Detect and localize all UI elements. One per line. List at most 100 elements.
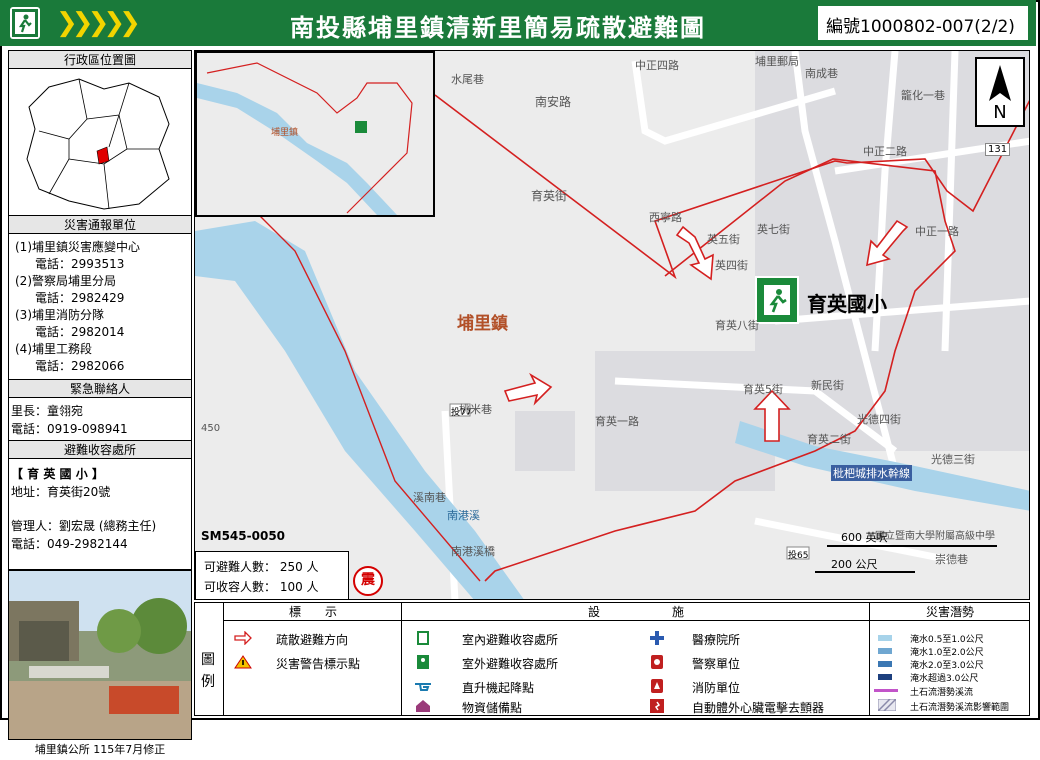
flood-swatch-1 (878, 635, 892, 641)
chevron-arrows-icon: ❯❯❯❯❯ (56, 8, 141, 38)
revision-caption: 埔里鎮公所 115年7月修正 (34, 743, 166, 756)
legend-debris-zone: 土石流潛勢溪流影響範圍 (910, 703, 1010, 713)
legend-fire-station: 消防單位 (692, 681, 741, 695)
town-label: 埔里鎮 (457, 314, 508, 334)
street-label: 西寧路 (649, 211, 682, 224)
street-label: 中正一路 (915, 225, 959, 238)
river-label: 南港溪 (447, 509, 480, 522)
street-label: 中正四路 (635, 59, 679, 72)
street-label: 英四街 (715, 259, 748, 272)
evacuation-map: 埔里鎮 N 埔里鎮 育英國小 南安路 中正四路 水尾巷 育英街 西寧路 英七街 … (194, 50, 1030, 600)
street-label: 光德三街 (931, 453, 975, 466)
legend-debris-stream: 土石流潛勢溪流 (910, 688, 974, 698)
evacuation-exit-icon (10, 7, 40, 39)
street-label: 育英八街 (715, 319, 759, 332)
shelter-info: 【 育 英 國 小 】 地址：育英街20號 管理人：劉宏晟 (總務主任) 電話：… (8, 459, 192, 570)
shelter-manager: 管理人：劉宏晟 (總務主任) (11, 519, 157, 533)
canal-label: 枇杷城排水幹線 (831, 465, 912, 481)
medical-icon (650, 631, 664, 645)
legend-flood-4: 淹水超過3.0公尺 (910, 674, 979, 684)
legend-flood-3: 淹水2.0至3.0公尺 (910, 661, 984, 671)
legend-aed: 自動體外心臟電擊去顫器 (692, 701, 825, 715)
supply-depot-icon (416, 700, 430, 712)
report-unit-phone: 電話：2982014 (35, 325, 125, 339)
street-label: 英七街 (757, 223, 790, 236)
legend-helipad: 直升機起降點 (462, 681, 535, 695)
indoor-shelter-icon (417, 631, 429, 645)
header-bar: ❯❯❯❯❯ 南投縣埔里鎮清新里簡易疏散避難圖 編號1000802-007(2/2… (0, 0, 1036, 46)
school-photo (8, 570, 192, 740)
aed-icon (650, 699, 664, 713)
flood-swatch-3 (878, 661, 892, 667)
map-code-box: 編號1000802-007(2/2) (818, 6, 1028, 40)
street-label: 育英一路 (595, 415, 639, 428)
legend-signs: 標 示 疏散避難方向 災害警告標示點 (223, 603, 402, 715)
evacuation-arrow-icon (234, 631, 252, 645)
debris-stream-swatch (874, 689, 898, 692)
shelter-address: 地址：育英街20號 (11, 485, 111, 499)
legend: 圖例 標 示 疏散避難方向 災害警告標示點 設 施 室內避難收容處所 室外避難收… (194, 602, 1030, 716)
street-label: 南港溪橋 (451, 545, 495, 558)
emergency-contact-heading: 緊急聯絡人 (8, 379, 192, 398)
page-title: 南投縣埔里鎮清新里簡易疏散避難圖 (290, 14, 706, 42)
report-unit-phone: 電話：2993513 (35, 257, 125, 271)
street-label: 光德四街 (857, 413, 901, 426)
north-arrow: N (975, 57, 1025, 127)
legend-facilities-heading: 設 施 (402, 603, 870, 621)
warning-icon (234, 655, 252, 669)
legend-medical: 醫療院所 (692, 633, 741, 647)
north-arrow-icon (989, 65, 1011, 101)
evacuation-capacity: 可避難人數： 250 人 (204, 560, 319, 574)
landmark-label: 國立暨南大學附屬高級中學 (875, 531, 995, 542)
location-map-heading: 行政區位置圖 (8, 50, 192, 69)
shelter-phone: 電話：049-2982144 (11, 537, 128, 551)
road-marker: 投77 (451, 408, 472, 418)
report-unit-name: (3)埔里消防分隊 (15, 308, 104, 322)
map-sheet-code: SM545-0050 (201, 529, 286, 543)
legend-indoor-shelter: 室內避難收容處所 (462, 633, 559, 647)
legend-evac-direction: 疏散避難方向 (276, 633, 349, 647)
street-label: 育英二街 (807, 433, 851, 446)
street-label: 育英5街 (743, 383, 783, 396)
map-code: 編號1000802-007(2/2) (826, 17, 1015, 37)
legend-police: 警察單位 (692, 657, 741, 671)
scale-meters: 200 公尺 (831, 558, 878, 571)
legend-side: 圖例 (195, 603, 223, 715)
report-unit-name: (4)埔里工務段 (15, 342, 92, 356)
police-icon (651, 655, 663, 669)
street-label: 水尾巷 (451, 73, 484, 86)
legend-outdoor-shelter: 室外避難收容處所 (462, 657, 559, 671)
emergency-contact: 里長：童翎宛 電話：0919-098941 (8, 398, 192, 440)
legend-hazards: 災害潛勢 淹水0.5至1.0公尺 淹水1.0至2.0公尺 淹水2.0至3.0公尺… (869, 603, 1030, 715)
outdoor-shelter-icon (417, 655, 429, 669)
street-label: 崇德巷 (935, 553, 968, 566)
flood-swatch-4 (878, 674, 892, 680)
shelter-capacity: 可收容人數： 100 人 (204, 580, 319, 594)
street-label: 南成巷 (805, 67, 838, 80)
earthquake-icon: 震 (353, 566, 383, 596)
shelter-icon (755, 276, 799, 324)
shelter-name: 【 育 英 國 小 】 (11, 467, 104, 481)
north-label: N (993, 102, 1007, 123)
report-unit-name: (2)警察局埔里分局 (15, 274, 116, 288)
legend-hazards-heading: 災害潛勢 (870, 603, 1030, 621)
chief-name: 里長：童翎宛 (11, 404, 84, 418)
landmark-label: 埔里郵局 (755, 55, 799, 68)
road-marker: 投65 (788, 551, 809, 561)
street-label: 南安路 (535, 95, 572, 109)
legend-warning-point: 災害警告標示點 (276, 657, 361, 671)
info-sidebar: 行政區位置圖 災害通報單位 (1)埔里鎮災害應變中心 電話：2993513 (2… (8, 50, 192, 756)
capacity-box: 可避難人數： 250 人 可收容人數： 100 人 (195, 551, 349, 599)
helipad-icon (415, 683, 431, 691)
route-marker: 450 (201, 423, 221, 434)
street-label: 育英街 (531, 189, 568, 203)
chief-phone: 電話：0919-098941 (11, 422, 128, 436)
report-unit-phone: 電話：2982066 (35, 359, 125, 373)
legend-supply-depot: 物資儲備點 (462, 701, 523, 715)
inset-town-label: 埔里鎮 (271, 128, 299, 138)
shelter-heading: 避難收容處所 (8, 440, 192, 459)
legend-side-label: 圖例 (201, 652, 215, 690)
report-unit-name: (1)埔里鎮災害應變中心 (15, 240, 140, 254)
flood-swatch-2 (878, 648, 892, 654)
legend-flood-2: 淹水1.0至2.0公尺 (910, 648, 984, 658)
